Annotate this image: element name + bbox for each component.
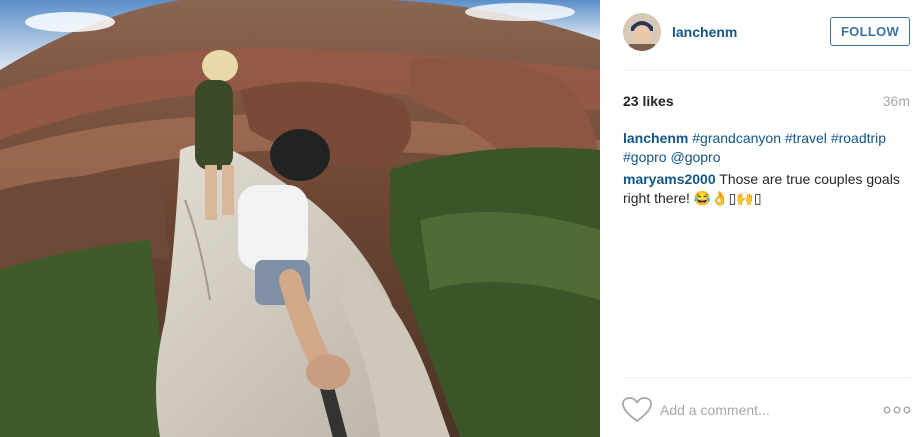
mention-link[interactable]: @gopro [670, 149, 720, 165]
comment-item: maryams2000 Those are true couples goals… [623, 170, 908, 208]
more-options-icon[interactable] [883, 405, 911, 415]
post-photo[interactable] [0, 0, 600, 437]
caption-username[interactable]: lanchenm [623, 130, 688, 146]
likes-count[interactable]: 23 likes [623, 93, 674, 109]
post-footer [600, 378, 918, 437]
avatar[interactable] [623, 13, 661, 51]
hashtag-link[interactable]: #roadtrip [831, 130, 886, 146]
comment-username[interactable]: maryams2000 [623, 171, 716, 187]
hashtag-link[interactable]: #travel [785, 130, 827, 146]
heart-icon[interactable] [622, 397, 652, 423]
follow-button[interactable]: FOLLOW [830, 17, 910, 46]
post-header: lanchenm FOLLOW [600, 0, 918, 70]
post-username[interactable]: lanchenm [672, 24, 737, 40]
grand-canyon-photo [0, 0, 600, 437]
add-comment-input[interactable] [660, 399, 860, 421]
hashtag-link[interactable]: #grandcanyon [692, 130, 781, 146]
comments-list: lanchenm #grandcanyon #travel #roadtrip … [623, 129, 908, 211]
post-details-panel: lanchenm FOLLOW 23 likes 36m lanchenm #g… [600, 0, 918, 437]
post-timestamp[interactable]: 36m [883, 93, 910, 109]
hashtag-link[interactable]: #gopro [623, 149, 667, 165]
header-divider [622, 70, 910, 71]
avatar-image [623, 13, 661, 51]
caption: lanchenm #grandcanyon #travel #roadtrip … [623, 129, 908, 167]
